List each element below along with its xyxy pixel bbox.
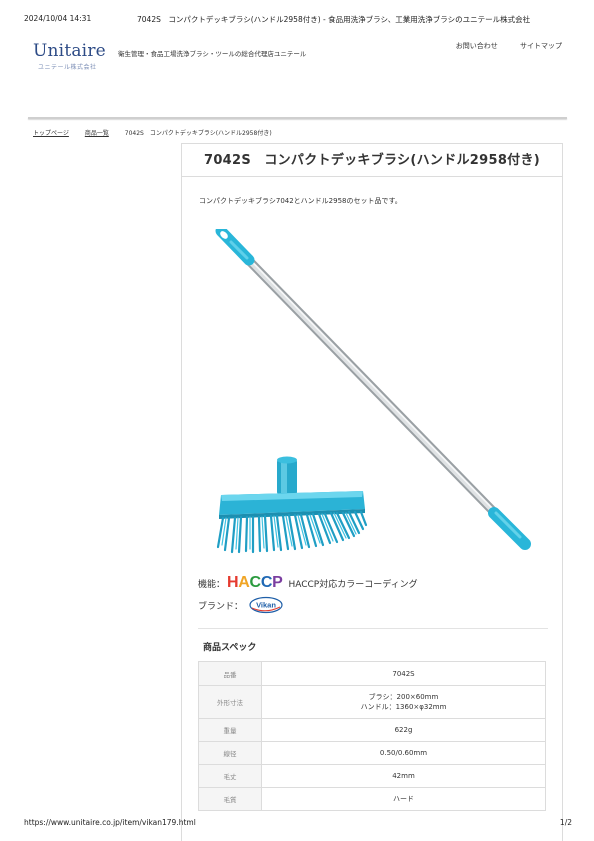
print-url: https://www.unitaire.co.jp/item/vikan179… xyxy=(24,818,196,827)
spec-value: 7042S xyxy=(261,661,546,686)
spec-table: 品番 7042S 外形寸法 ブラシ：200×60mm ハンドル：1360×φ32… xyxy=(198,661,546,811)
spec-label: 重量 xyxy=(198,718,262,742)
table-row: 重量 622g xyxy=(198,718,546,742)
logo-subtitle: ユニテール株式会社 xyxy=(38,64,97,71)
spec-value: ハード xyxy=(261,787,546,811)
feature-label: 機能： xyxy=(198,579,226,590)
breadcrumb-home[interactable]: トップページ xyxy=(33,130,69,137)
sitemap-link[interactable]: サイトマップ xyxy=(520,42,562,50)
table-row: 毛丈 42mm xyxy=(198,764,546,788)
spec-label: 毛丈 xyxy=(198,764,262,788)
feature-text: HACCP対応カラーコーディング xyxy=(288,579,418,590)
spec-value-line: ハンドル：1360×φ32mm xyxy=(360,703,447,711)
product-panel: 7042S コンパクトデッキブラシ(ハンドル2958付き) コンパクトデッキブラ… xyxy=(181,143,563,841)
product-description: コンパクトデッキブラシ7042とハンドル2958のセット品です。 xyxy=(199,197,402,205)
logo-wordmark: Unitaire xyxy=(33,41,106,61)
spec-value: 42mm xyxy=(261,764,546,788)
utility-links: お問い合わせ サイトマップ xyxy=(436,41,562,51)
site-logo[interactable]: Unitaire ユニテール株式会社 xyxy=(33,41,106,71)
breadcrumb-products[interactable]: 商品一覧 xyxy=(85,130,109,137)
spec-label: 外形寸法 xyxy=(198,685,262,719)
spec-value-line: ブラシ：200×60mm xyxy=(368,693,439,701)
vikan-logo[interactable]: Vikan xyxy=(249,596,283,614)
deck-brush-with-handle-image xyxy=(215,229,531,554)
brand-row: ブランド： Vikan xyxy=(198,596,283,614)
spec-divider xyxy=(198,628,548,629)
spec-label: 毛質 xyxy=(198,787,262,811)
contact-link[interactable]: お問い合わせ xyxy=(456,42,498,50)
header-divider xyxy=(28,117,567,119)
breadcrumb: トップページ 商品一覧 7042S コンパクトデッキブラシ(ハンドル2958付き… xyxy=(33,128,272,137)
spec-value: 0.50/0.60mm xyxy=(261,741,546,765)
feature-row: 機能： HACCP HACCP対応カラーコーディング xyxy=(198,574,418,592)
spec-label: 品番 xyxy=(198,661,262,686)
spec-value: 622g xyxy=(261,718,546,742)
product-title: 7042S コンパクトデッキブラシ(ハンドル2958付き) xyxy=(182,144,562,177)
site-tagline: 衛生管理・食品工場洗浄ブラシ・ツールの総合代理店ユニテール xyxy=(118,50,307,58)
print-date: 2024/10/04 14:31 xyxy=(24,14,92,23)
spec-value: ブラシ：200×60mm ハンドル：1360×φ32mm xyxy=(261,685,546,719)
table-row: 線径 0.50/0.60mm xyxy=(198,741,546,765)
table-row: 外形寸法 ブラシ：200×60mm ハンドル：1360×φ32mm xyxy=(198,685,546,719)
breadcrumb-current: 7042S コンパクトデッキブラシ(ハンドル2958付き) xyxy=(124,130,272,137)
haccp-logo: HACCP xyxy=(227,574,283,591)
table-row: 品番 7042S xyxy=(198,661,546,686)
spec-heading: 商品スペック xyxy=(203,643,257,653)
table-row: 毛質 ハード xyxy=(198,787,546,811)
print-page-title: 7042S コンパクトデッキブラシ(ハンドル2958付き) - 食品用洗浄ブラシ… xyxy=(137,15,531,24)
brand-label: ブランド： xyxy=(198,601,244,612)
print-page-number: 1/2 xyxy=(559,818,572,827)
spec-label: 線径 xyxy=(198,741,262,765)
svg-text:Vikan: Vikan xyxy=(256,601,276,610)
